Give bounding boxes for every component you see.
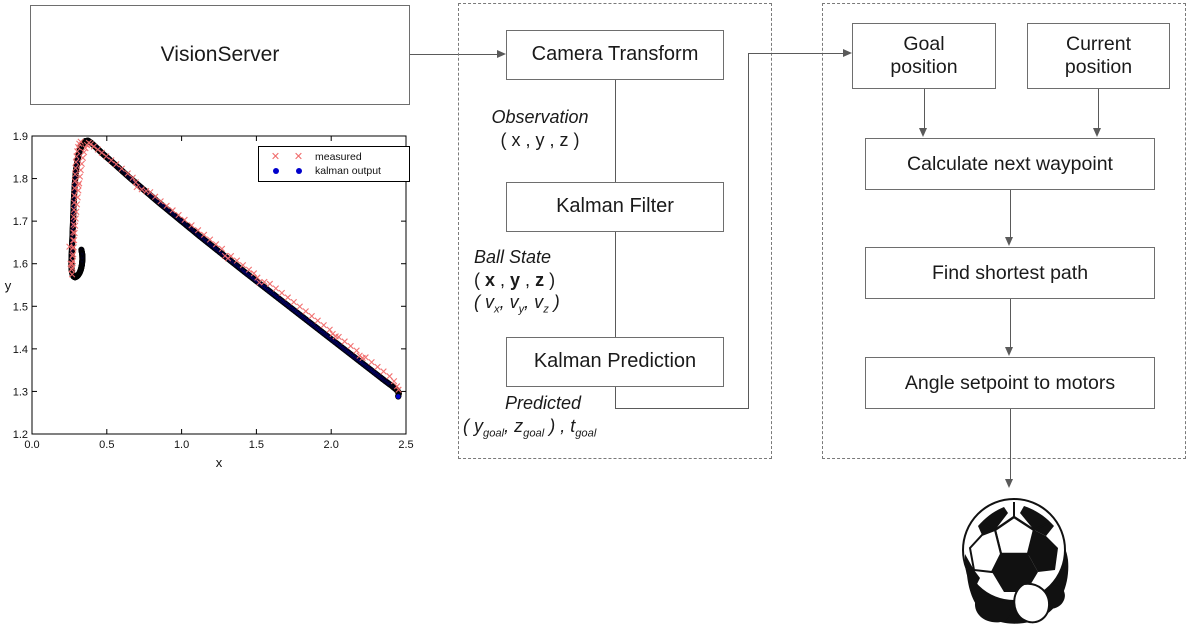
svg-text:1.4: 1.4	[13, 344, 28, 356]
svg-text:1.7: 1.7	[13, 216, 28, 228]
arrowhead-goal-to-calculate	[919, 128, 927, 137]
connector-goal-to-calculate	[924, 89, 925, 129]
svg-text:1.3: 1.3	[13, 386, 28, 398]
camera-transform-box: Camera Transform	[506, 30, 724, 80]
svg-text:1.9: 1.9	[13, 131, 28, 143]
calculate-next-waypoint-box: Calculate next waypoint	[865, 138, 1155, 190]
x-marker-icon: ✕	[270, 150, 281, 163]
connector-calculate-to-find	[1010, 190, 1011, 238]
svg-text:1.6: 1.6	[13, 259, 28, 271]
tuple-z: z	[535, 269, 545, 290]
tuple-x: x	[485, 269, 496, 290]
legend-marker-measured: ✕ ✕	[264, 150, 310, 163]
dot-marker-icon	[295, 168, 302, 174]
vision-server-label: VisionServer	[160, 42, 280, 66]
observation-title: Observation	[491, 107, 589, 127]
pred-open: ( y	[463, 415, 483, 436]
legend-marker-kalman	[264, 168, 310, 174]
pred-sub-y: goal	[483, 427, 505, 440]
vel-mid-2: , v	[524, 292, 544, 312]
angle-setpoint-to-motors-box: Angle setpoint to motors	[865, 357, 1155, 409]
current-position-box: Current position	[1027, 23, 1170, 89]
svg-text:0.5: 0.5	[99, 439, 114, 451]
predicted-tuple: ( ygoal, zgoal ) , tgoal	[463, 415, 653, 442]
predicted-edge-label: Predicted ( ygoal, zgoal ) , tgoal	[463, 392, 653, 441]
tuple-close-paren: )	[544, 269, 556, 290]
kalman-filter-label: Kalman Filter	[556, 195, 674, 218]
ball-state-title: Ball State	[474, 247, 552, 267]
svg-text:x: x	[216, 455, 223, 467]
tuple-comma-2: ,	[520, 269, 536, 290]
tuple-comma-1: ,	[495, 269, 511, 290]
svg-text:1.5: 1.5	[249, 439, 264, 451]
legend-label-kalman: kalman output	[315, 165, 381, 177]
current-position-label: Current position	[1064, 33, 1133, 78]
arrowhead-current-to-calculate	[1093, 128, 1101, 137]
connector-prediction-to-goal	[748, 53, 844, 54]
chart-legend: ✕ ✕ measured kalman output	[258, 146, 410, 182]
vel-mid-1: , v	[499, 292, 519, 312]
connector-find-to-angle	[1010, 299, 1011, 348]
soccer-ball-icon	[962, 498, 1069, 624]
arrowhead-calculate-to-find	[1005, 237, 1013, 246]
svg-text:1.0: 1.0	[174, 439, 189, 451]
vel-open: ( v	[474, 292, 494, 312]
observation-tuple: ( x , y , z )	[500, 129, 580, 150]
connector-prediction-up	[748, 53, 749, 409]
vision-server-box: VisionServer	[30, 5, 410, 105]
dot-marker-icon	[272, 168, 279, 174]
kalman-prediction-label: Kalman Prediction	[533, 350, 697, 373]
ball-state-velocity-tuple: ( vx, vy, vz )	[474, 291, 624, 318]
find-shortest-path-box: Find shortest path	[865, 247, 1155, 299]
ball-state-edge-label: Ball State ( x , y , z ) ( vx, vy, vz )	[474, 246, 624, 318]
svg-text:1.5: 1.5	[13, 301, 28, 313]
arrowhead-find-to-angle	[1005, 347, 1013, 356]
svg-text:2.0: 2.0	[324, 439, 339, 451]
svg-text:2.5: 2.5	[398, 439, 413, 451]
kalman-filter-box: Kalman Filter	[506, 182, 724, 232]
connector-angle-to-ball	[1010, 409, 1011, 481]
goal-position-label: Goal position	[890, 33, 958, 78]
camera-transform-label: Camera Transform	[531, 43, 699, 66]
calculate-next-waypoint-label: Calculate next waypoint	[907, 152, 1113, 175]
ball-state-position-tuple: ( x , y , z )	[474, 269, 624, 292]
pred-sub-z: goal	[523, 427, 545, 440]
observation-edge-label: Observation ( x , y , z )	[470, 106, 610, 151]
connector-current-to-calculate	[1098, 89, 1099, 129]
kalman-prediction-box: Kalman Prediction	[506, 337, 724, 387]
arrowhead-prediction-to-goal	[843, 49, 852, 57]
legend-item-measured: ✕ ✕ measured	[264, 150, 404, 164]
pred-sub-t: goal	[575, 427, 597, 440]
goal-position-box: Goal position	[852, 23, 996, 89]
svg-text:1.8: 1.8	[13, 174, 28, 186]
legend-item-kalman: kalman output	[264, 164, 404, 178]
find-shortest-path-label: Find shortest path	[931, 261, 1089, 284]
pred-mid: , z	[504, 415, 524, 436]
svg-text:1.2: 1.2	[13, 429, 28, 441]
svg-text:y: y	[5, 278, 12, 293]
connector-camera-to-kalman	[615, 80, 616, 182]
x-marker-icon: ✕	[293, 150, 304, 163]
tuple-open-paren: (	[474, 269, 485, 290]
vel-close: )	[548, 292, 560, 312]
pred-close: ) , t	[544, 415, 576, 436]
predicted-title: Predicted	[504, 393, 582, 413]
legend-label-measured: measured	[315, 151, 362, 163]
tuple-y: y	[510, 269, 521, 290]
angle-setpoint-to-motors-label: Angle setpoint to motors	[904, 371, 1116, 394]
